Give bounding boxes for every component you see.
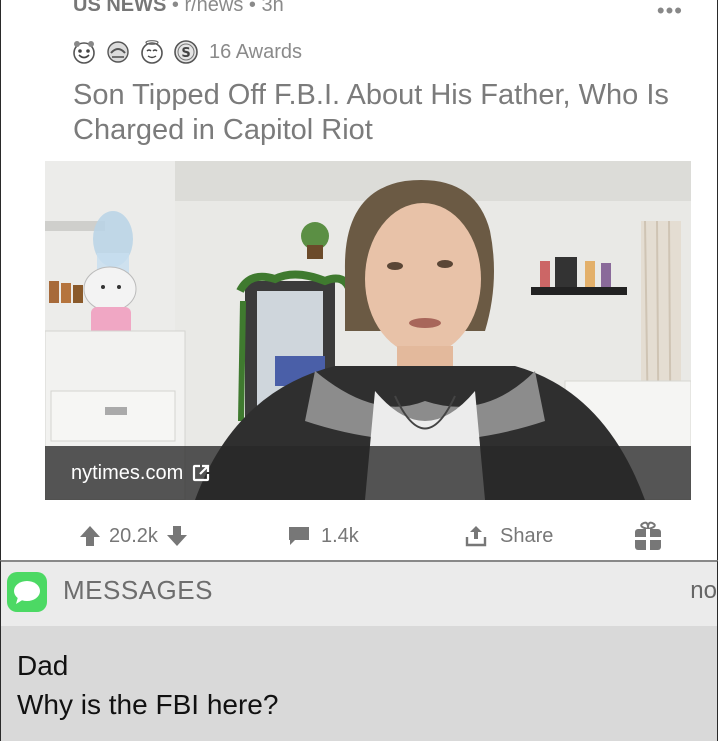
svg-text:S: S xyxy=(181,46,190,61)
share-icon xyxy=(465,526,487,547)
hugz-award-icon xyxy=(107,41,129,63)
wholesome-award-icon xyxy=(73,41,95,64)
meta-separator: • xyxy=(166,0,185,16)
blessed-award-icon xyxy=(141,40,163,64)
action-bar: 20.2k 1.4k Share xyxy=(1,515,717,557)
speech-bubble-icon xyxy=(14,581,40,604)
comments-button[interactable]: 1.4k xyxy=(287,515,359,557)
downvote-arrow-icon[interactable] xyxy=(166,525,188,547)
notification-header: MESSAGES no xyxy=(1,562,717,626)
reddit-post-card[interactable]: US NEWS • r/news • 3h ••• S 16 Awards So… xyxy=(0,0,718,560)
upvote-count: 20.2k xyxy=(109,524,158,547)
awards-count: 16 Awards xyxy=(209,40,303,63)
silver-coin-icon: S xyxy=(174,40,198,64)
message-body: Why is the FBI here? xyxy=(17,689,279,720)
comment-bubble-icon xyxy=(289,527,309,545)
share-label: Share xyxy=(500,524,554,547)
post-thumbnail[interactable]: nytimes.com xyxy=(45,161,691,500)
subreddit-prefix: US NEWS xyxy=(73,0,167,16)
post-age: 3h xyxy=(261,0,284,16)
more-options-icon[interactable]: ••• xyxy=(657,0,683,24)
link-bar[interactable]: nytimes.com xyxy=(45,446,691,500)
message-sender: Dad xyxy=(17,650,69,681)
upvote-arrow-icon[interactable] xyxy=(79,525,101,547)
comments-count: 1.4k xyxy=(321,524,359,547)
awards-row[interactable]: S 16 Awards xyxy=(71,38,302,66)
notification-time: no xyxy=(690,577,717,604)
app-name: MESSAGES xyxy=(63,575,213,605)
link-domain[interactable]: nytimes.com xyxy=(71,462,183,485)
share-button[interactable]: Share xyxy=(464,515,553,557)
external-link-icon xyxy=(193,464,210,482)
message-notification[interactable]: MESSAGES no Dad Why is the FBI here? xyxy=(0,560,718,741)
messages-app-icon xyxy=(7,572,47,612)
gift-icon xyxy=(635,521,661,550)
give-award-button[interactable] xyxy=(633,515,663,557)
subreddit-link[interactable]: r/news xyxy=(184,0,243,16)
meta-separator: • xyxy=(243,0,262,16)
vote-control: 20.2k xyxy=(79,515,188,557)
post-title[interactable]: Son Tipped Off F.B.I. About His Father, … xyxy=(73,78,673,148)
post-meta: US NEWS • r/news • 3h xyxy=(73,0,284,17)
